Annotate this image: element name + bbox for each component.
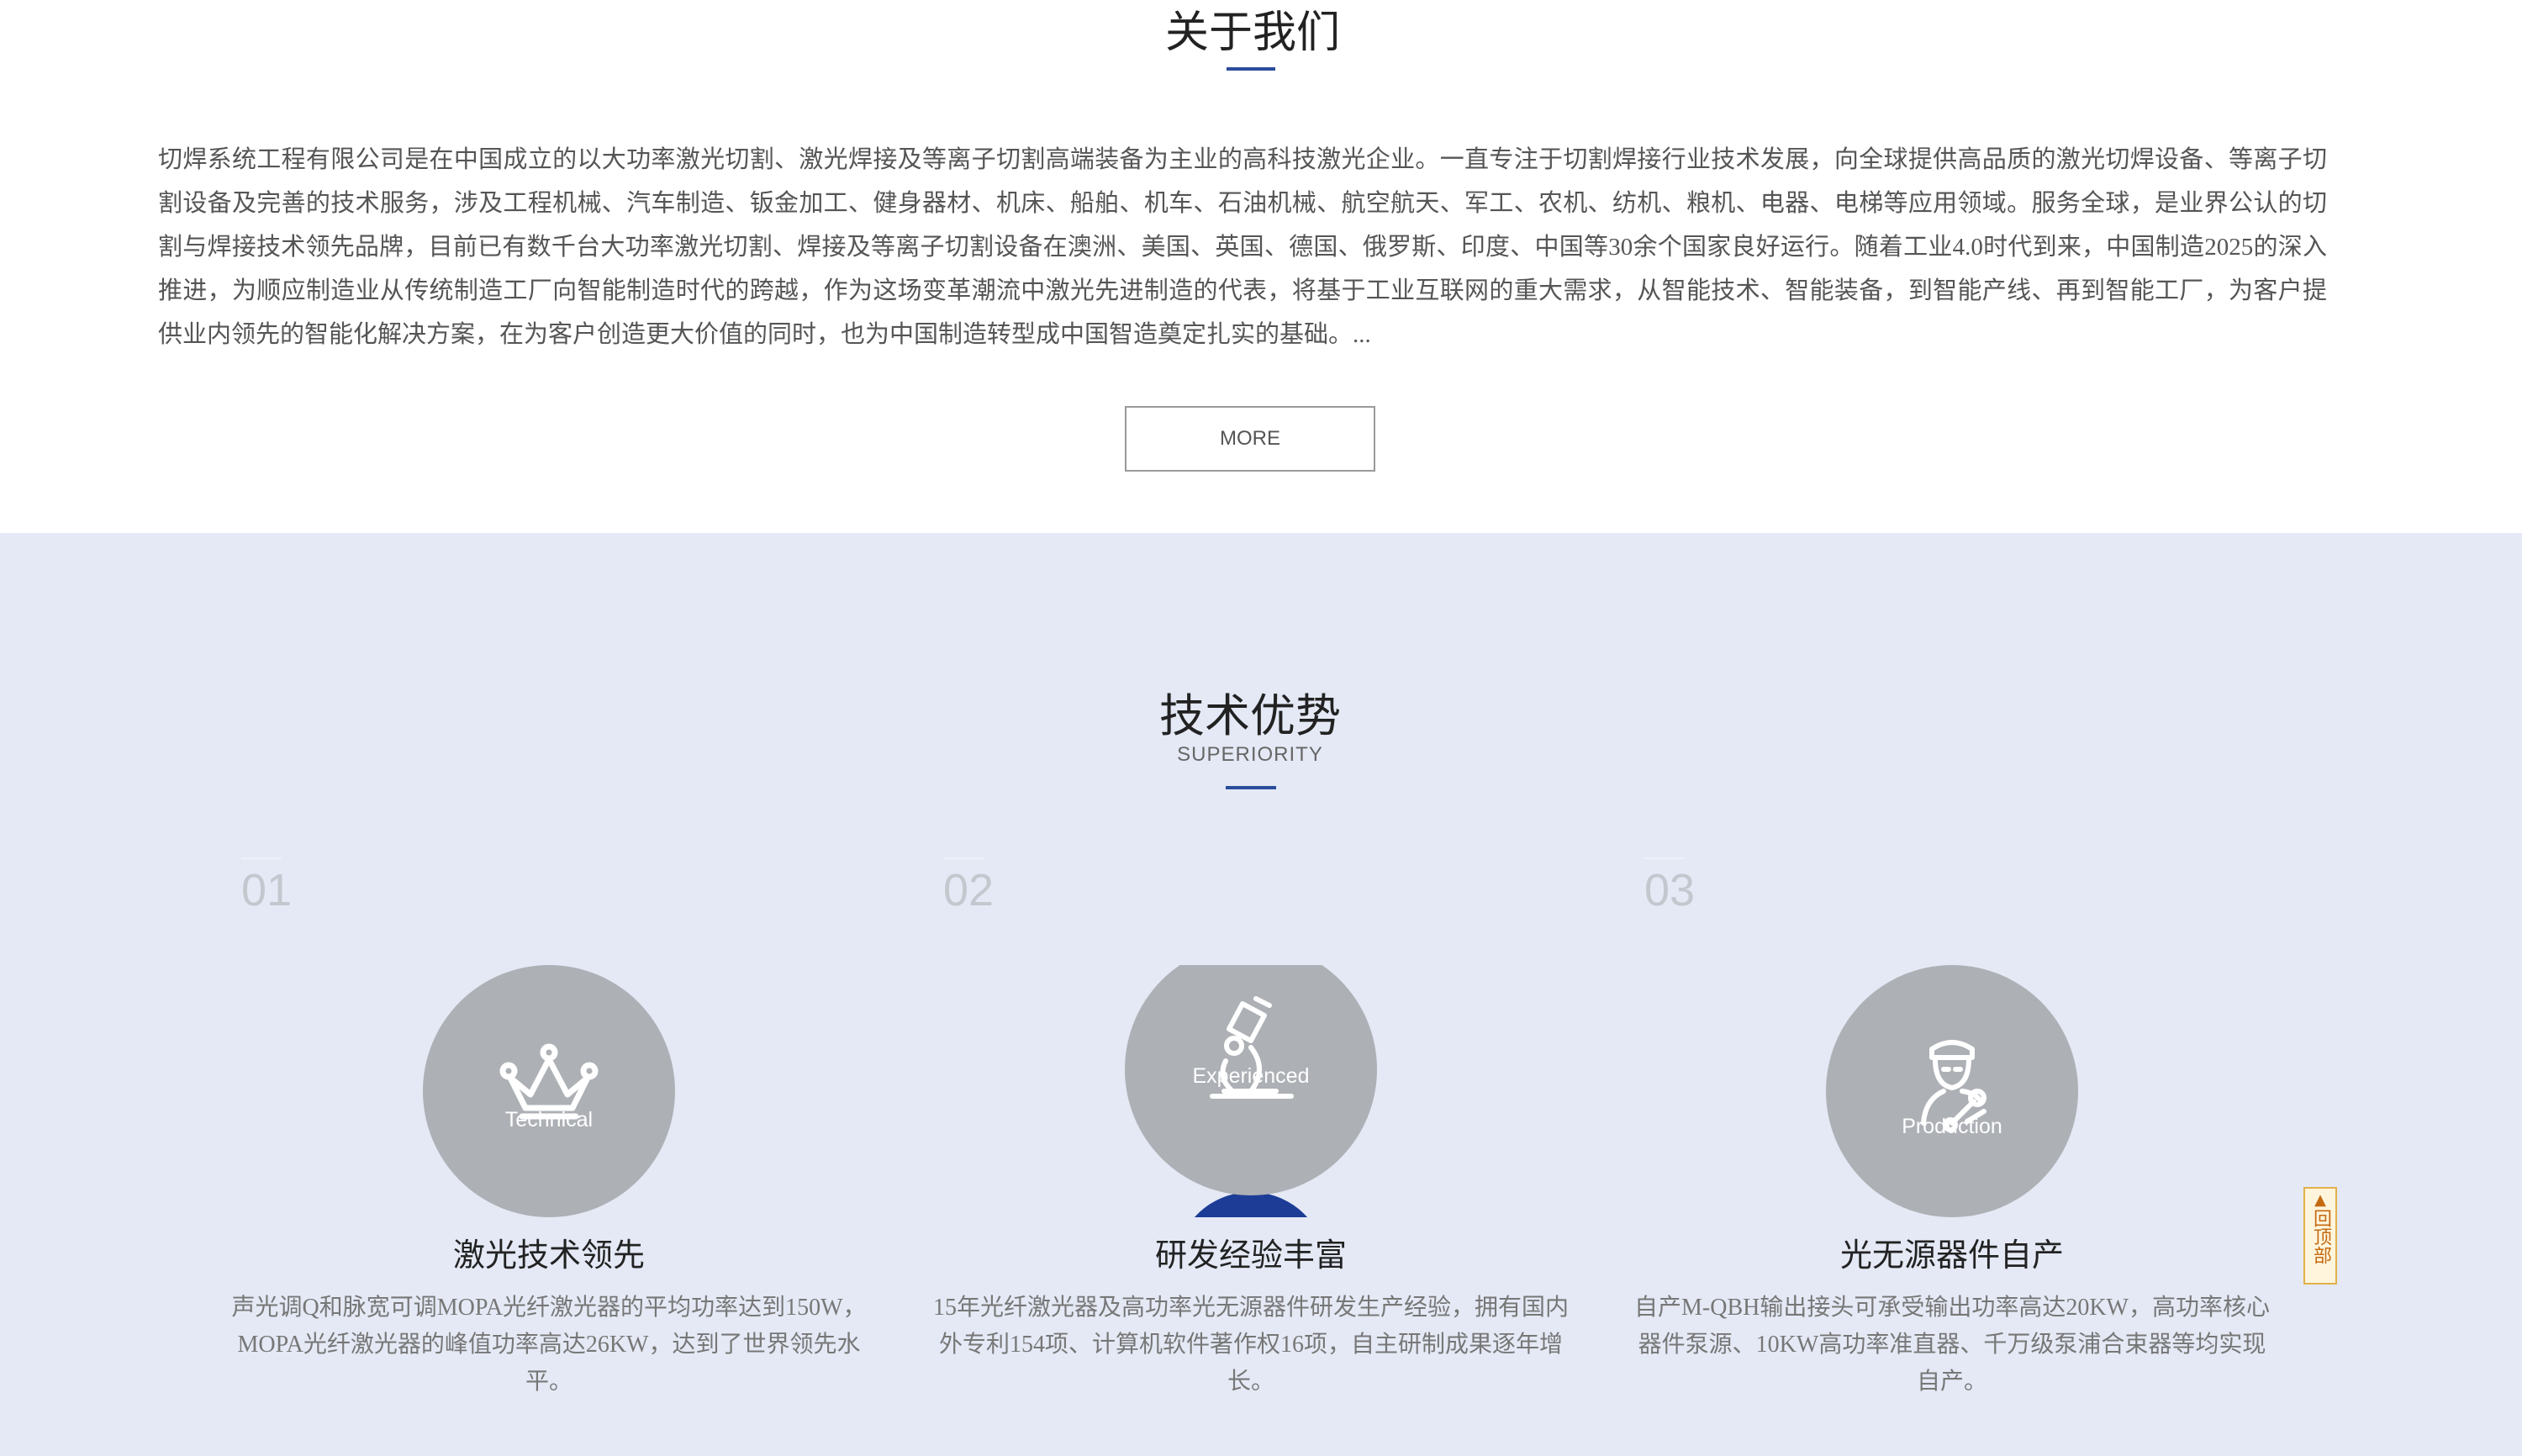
- card-circle-label: Experienced: [1192, 1064, 1310, 1088]
- advantage-card-technical[interactable]: 01 Technical 激光技术领先 声光调Q和脉宽可调MOPA光纤激光器的平…: [230, 852, 868, 1441]
- active-arc: [1175, 1192, 1327, 1217]
- superiority-title: 技术优势: [1159, 691, 1341, 741]
- card-title: 激光技术领先: [452, 1238, 645, 1274]
- card-description: 自产M-QBH输出接头可承受输出功率高达20KW，高功率核心器件泵源、10KW高…: [1634, 1295, 2270, 1395]
- card-circle-label: Production: [1902, 1115, 2002, 1138]
- advantage-card-production[interactable]: 03 Production 光无源器件自产 自产M-QBH输出接头可承受输出功率…: [1633, 852, 2271, 1441]
- arrow-up-icon: ▲: [2314, 1191, 2326, 1209]
- card-circle-label: Technical: [504, 1108, 594, 1132]
- superiority-section: 技术优势 SUPERIORITY 01 Technical 激光技术领先 声光调…: [0, 533, 2522, 1456]
- card-circle: Technical: [423, 965, 675, 1217]
- card-circle-wrap: Experienced: [1125, 965, 1377, 1217]
- card-number: 02: [943, 852, 994, 928]
- card-number: 01: [241, 852, 292, 928]
- card-title: 光无源器件自产: [1839, 1238, 2064, 1274]
- card-description: 15年光纤激光器及高功率光无源器件研发生产经验，拥有国内外专利154项、计算机软…: [932, 1295, 1569, 1395]
- superiority-title-underline: [1226, 786, 1276, 789]
- back-to-top-button[interactable]: ▲ 回顶部: [2303, 1187, 2337, 1285]
- card-circle: Production: [1826, 965, 2078, 1217]
- about-section: 关于我们 切焊系统工程有限公司是在中国成立的以大功率激光切割、激光焊接及等离子切…: [0, 0, 2522, 533]
- superiority-subtitle: SUPERIORITY: [1177, 743, 1323, 766]
- about-title: 关于我们: [1164, 9, 1340, 57]
- more-button[interactable]: MORE: [1125, 406, 1375, 472]
- engineer-icon: [1921, 1040, 1986, 1132]
- card-number: 03: [1644, 852, 1695, 928]
- advantage-card-experienced[interactable]: 02 Experienced 研发经验丰富 15年光纤激光器及高功率光无源器件研…: [931, 852, 1570, 1441]
- card-title: 研发经验丰富: [1154, 1238, 1347, 1274]
- about-title-underline: [1227, 67, 1275, 71]
- about-description: 切焊系统工程有限公司是在中国成立的以大功率激光切割、激光焊接及等离子切割高端装备…: [158, 146, 2327, 348]
- card-description: 声光调Q和脉宽可调MOPA光纤激光器的平均功率达到150W，MOPA光纤激光器的…: [231, 1295, 867, 1395]
- card-circle: Experienced: [1125, 965, 1377, 1195]
- crown-icon: [499, 1043, 599, 1120]
- back-to-top-label: 回顶部: [2310, 1209, 2331, 1264]
